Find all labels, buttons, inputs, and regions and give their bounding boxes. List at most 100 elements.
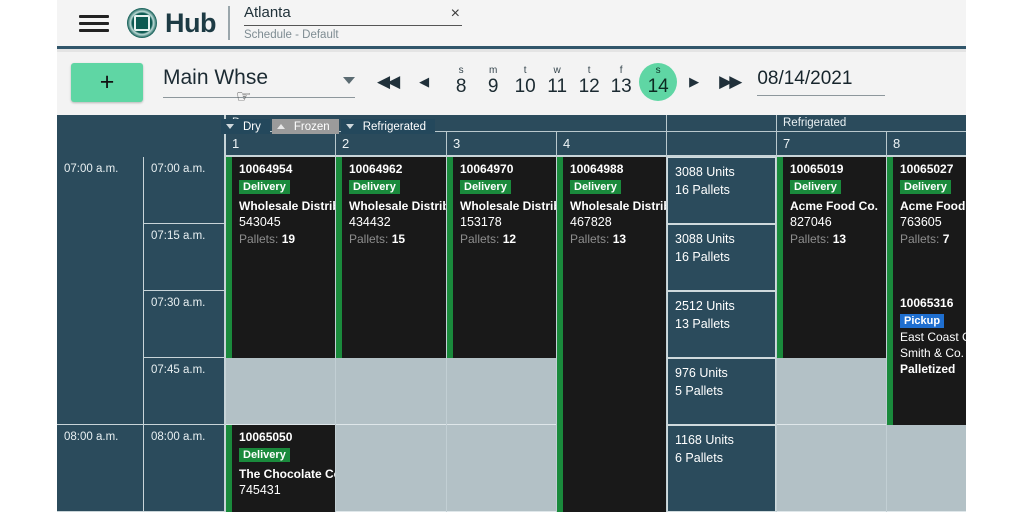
status-badge: Delivery bbox=[570, 180, 621, 194]
date-value: 08/14/2021 bbox=[757, 68, 853, 90]
time-label-0700: 07:00 a.m. bbox=[57, 157, 143, 425]
day-dow: w bbox=[553, 65, 561, 77]
pallets-count: 7 bbox=[942, 232, 950, 247]
dock-header-blank[interactable] bbox=[667, 132, 777, 157]
dock-lane-1[interactable]: 10064954 Delivery Wholesale Distrib 5430… bbox=[226, 157, 336, 512]
day-pill-12[interactable]: t 12 bbox=[573, 66, 605, 98]
top-bar: Hub Atlanta × Schedule - Default bbox=[57, 0, 966, 49]
appointment-card[interactable]: 10065027 Delivery Acme Food C 763605 Pal… bbox=[887, 157, 966, 291]
empty-slot[interactable] bbox=[777, 358, 886, 425]
previous-day-button[interactable]: ◀ bbox=[419, 74, 429, 90]
schedule-toolbar: + Main Whse ☞ ◀◀ ◀ s 8 m 9 t 10 w 11 t 1… bbox=[57, 49, 966, 118]
day-pill-14-selected[interactable]: s 14 bbox=[639, 63, 678, 101]
dock-header-1[interactable]: 1 bbox=[226, 132, 336, 157]
pallets-count: 5 Pallets bbox=[675, 384, 723, 399]
pallets-count: 16 Pallets bbox=[675, 183, 730, 198]
dock-header-3[interactable]: 3 bbox=[447, 132, 557, 157]
day-pill-9[interactable]: m 9 bbox=[477, 66, 509, 98]
day-pill-8[interactable]: s 8 bbox=[445, 66, 477, 98]
chevron-down-icon bbox=[226, 124, 234, 129]
day-pill-13[interactable]: f 13 bbox=[605, 66, 637, 98]
appointment-card[interactable]: 10064962 Delivery Wholesale Distrib 4344… bbox=[336, 157, 446, 358]
day-number: 14 bbox=[647, 76, 669, 98]
filter-chip-dry[interactable]: Dry bbox=[221, 119, 270, 134]
dock-lane-8[interactable]: 10065027 Delivery Acme Food C 763605 Pal… bbox=[887, 157, 966, 512]
appointment-ref: Smith & Co. bbox=[900, 346, 965, 361]
time-label-0800: 08:00 a.m. bbox=[57, 425, 143, 512]
appointment-ref: 434432 bbox=[349, 215, 391, 230]
day-dow: s bbox=[458, 65, 464, 77]
chevron-down-icon[interactable] bbox=[343, 76, 355, 84]
dock-lane-7[interactable]: 10065019 Delivery Acme Food Co. 827046 P… bbox=[777, 157, 887, 512]
empty-slot[interactable] bbox=[777, 425, 886, 512]
hamburger-menu-icon[interactable] bbox=[79, 12, 109, 34]
appointment-ref: 745431 bbox=[239, 483, 281, 498]
empty-slot[interactable] bbox=[447, 358, 556, 425]
dock-header-4[interactable]: 4 bbox=[557, 132, 667, 157]
dock-lane-2[interactable]: 10064962 Delivery Wholesale Distrib 4344… bbox=[336, 157, 447, 512]
empty-slot[interactable] bbox=[336, 358, 446, 425]
filter-chip-label: Refrigerated bbox=[362, 120, 426, 133]
pallets-count: 13 bbox=[832, 232, 847, 247]
zone-header-refrigerated: Refrigerated bbox=[777, 115, 966, 132]
appointment-company: Wholesale Distrib bbox=[570, 199, 666, 213]
day-dow: f bbox=[619, 65, 623, 77]
day-pill-11[interactable]: w 11 bbox=[541, 66, 573, 98]
appointment-company: The Chocolate Co bbox=[239, 467, 335, 481]
dock-lanes: 10064954 Delivery Wholesale Distrib 5430… bbox=[226, 157, 966, 512]
appointment-card[interactable]: 10065050 Delivery The Chocolate Co 74543… bbox=[226, 425, 335, 512]
dock-lane-units[interactable]: 3088 Units 16 Pallets 3088 Units 16 Pall… bbox=[667, 157, 777, 512]
dock-header-7[interactable]: 7 bbox=[777, 132, 887, 157]
appointment-card[interactable]: 10065316 Pickup East Coast C Smith & Co.… bbox=[887, 291, 966, 425]
pallets-count: 13 bbox=[612, 232, 627, 247]
appointment-company: Wholesale Distrib bbox=[460, 199, 556, 213]
appointment-company: Wholesale Distrib bbox=[349, 199, 446, 213]
units-block[interactable]: 1168 Units 6 Pallets bbox=[667, 425, 776, 512]
workspace-tab[interactable]: Atlanta × Schedule - Default bbox=[243, 5, 462, 41]
units-block[interactable]: 2512 Units 13 Pallets bbox=[667, 291, 776, 358]
filter-chip-frozen[interactable]: Frozen bbox=[271, 119, 339, 134]
filter-chip-refrigerated[interactable]: Refrigerated bbox=[340, 119, 435, 134]
pallets-label: Pallets: bbox=[570, 232, 610, 247]
warehouse-selector[interactable]: Main Whse ☞ bbox=[163, 66, 355, 106]
units-count: 1168 Units bbox=[675, 433, 734, 447]
pallets-label: Pallets: bbox=[349, 232, 389, 247]
pallets-count: 16 Pallets bbox=[675, 250, 730, 265]
empty-slot[interactable] bbox=[336, 425, 446, 512]
add-appointment-button[interactable]: + bbox=[71, 62, 143, 102]
pallets-label: Pallets: bbox=[239, 232, 279, 247]
appointment-card[interactable]: 10064954 Delivery Wholesale Distrib 5430… bbox=[226, 157, 335, 358]
time-label-q-0800: 08:00 a.m. bbox=[144, 425, 224, 512]
appointment-card[interactable]: 10065019 Delivery Acme Food Co. 827046 P… bbox=[777, 157, 886, 358]
time-label-q-0745: 07:45 a.m. bbox=[144, 358, 224, 425]
appointment-company: Acme Food C bbox=[900, 199, 966, 213]
day-pill-10[interactable]: t 10 bbox=[509, 66, 541, 98]
jump-first-button[interactable]: ◀◀ bbox=[377, 72, 400, 92]
dock-header-8[interactable]: 8 bbox=[887, 132, 966, 157]
dock-lane-4[interactable]: 10064988 Delivery Wholesale Distrib 4678… bbox=[557, 157, 667, 512]
close-icon[interactable]: × bbox=[449, 5, 462, 22]
appointment-card[interactable]: 10064988 Delivery Wholesale Distrib 4678… bbox=[557, 157, 666, 512]
date-field[interactable]: 08/14/2021 bbox=[757, 68, 886, 96]
logo-text: Hub bbox=[165, 7, 216, 38]
dock-lane-3[interactable]: 10064970 Delivery Wholesale Distrib 1531… bbox=[447, 157, 557, 512]
time-label-q-0730: 07:30 a.m. bbox=[144, 291, 224, 358]
next-day-button[interactable]: ▶ bbox=[689, 74, 699, 90]
time-label-q-0715: 07:15 a.m. bbox=[144, 224, 224, 291]
empty-slot[interactable] bbox=[887, 425, 966, 512]
zone-header-blank bbox=[667, 115, 777, 132]
units-block[interactable]: 976 Units 5 Pallets bbox=[667, 358, 776, 425]
appointment-ref: 827046 bbox=[790, 215, 832, 230]
units-block[interactable]: 3088 Units 16 Pallets bbox=[667, 224, 776, 291]
empty-slot[interactable] bbox=[447, 425, 556, 512]
units-block[interactable]: 3088 Units 16 Pallets bbox=[667, 157, 776, 224]
appointment-ref: 467828 bbox=[570, 215, 612, 230]
appointment-id: 10065019 bbox=[790, 162, 844, 176]
empty-slot[interactable] bbox=[226, 358, 335, 425]
dock-header-2[interactable]: 2 bbox=[336, 132, 447, 157]
appointment-id: 10065316 bbox=[900, 296, 954, 310]
jump-last-button[interactable]: ▶▶ bbox=[719, 72, 742, 92]
appointment-card[interactable]: 10064970 Delivery Wholesale Distrib 1531… bbox=[447, 157, 556, 358]
day-number: 10 bbox=[514, 76, 536, 98]
pallets-count: 12 bbox=[502, 232, 517, 247]
